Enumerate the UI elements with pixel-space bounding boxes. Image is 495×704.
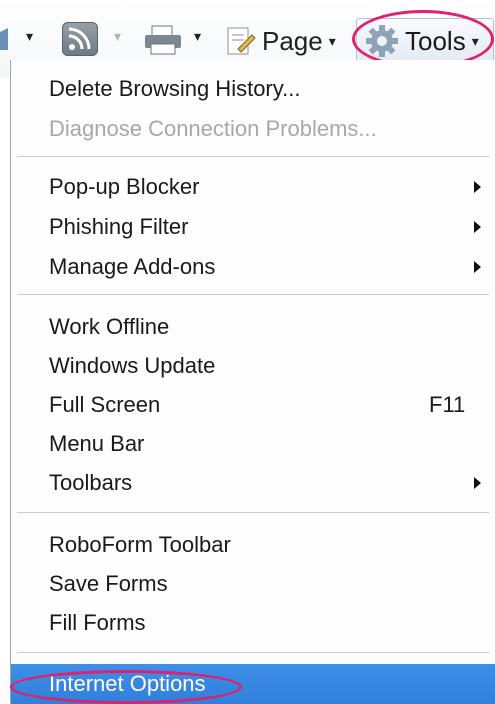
tools-dropdown-menu: Delete Browsing History... Diagnose Conn…	[10, 60, 495, 704]
submenu-arrow-icon	[474, 221, 481, 233]
menu-separator	[17, 652, 489, 654]
menu-item-label: Fill Forms	[49, 610, 146, 635]
menu-item-full-screen[interactable]: Full Screen F11	[11, 386, 495, 424]
menu-item-label: Phishing Filter	[49, 214, 189, 239]
menu-item-label: Toolbars	[49, 470, 133, 495]
menu-separator	[17, 512, 489, 514]
page-dropdown-caret: ▾	[328, 32, 336, 49]
page-menu-button[interactable]: Page ▾	[224, 24, 336, 58]
print-dropdown-caret[interactable]: ▾	[194, 28, 201, 45]
menu-item-work-offline[interactable]: Work Offline	[11, 308, 495, 346]
menu-item-fill-forms[interactable]: Fill Forms	[11, 604, 495, 642]
menu-item-popup-blocker[interactable]: Pop-up Blocker	[11, 168, 495, 206]
menu-item-label: Work Offline	[49, 314, 170, 339]
menu-item-label: Diagnose Connection Problems...	[49, 116, 377, 141]
menu-item-manage-add-ons[interactable]: Manage Add-ons	[11, 248, 495, 286]
menu-separator	[17, 156, 489, 158]
submenu-arrow-icon	[474, 477, 481, 489]
submenu-arrow-icon	[474, 181, 481, 193]
menu-item-diagnose-connection-problems: Diagnose Connection Problems...	[11, 110, 495, 148]
internet-options-annotation-circle	[10, 670, 242, 704]
home-dropdown-caret[interactable]: ▾	[26, 28, 33, 45]
menu-item-label: RoboForm Toolbar	[49, 532, 231, 557]
menu-item-phishing-filter[interactable]: Phishing Filter	[11, 208, 495, 246]
menu-item-save-forms[interactable]: Save Forms	[11, 565, 495, 603]
menu-item-label: Pop-up Blocker	[49, 174, 200, 199]
menu-item-windows-update[interactable]: Windows Update	[11, 347, 495, 385]
menu-item-label: Delete Browsing History...	[49, 76, 301, 101]
home-icon[interactable]	[0, 26, 10, 52]
page-icon	[227, 27, 256, 55]
menu-item-label: Menu Bar	[49, 431, 145, 456]
menu-item-label: Save Forms	[49, 571, 168, 596]
menu-item-label: Manage Add-ons	[49, 254, 216, 279]
menu-item-shortcut: F11	[429, 392, 466, 417]
menu-item-menu-bar[interactable]: Menu Bar	[11, 425, 495, 463]
menu-item-delete-browsing-history[interactable]: Delete Browsing History...	[11, 70, 495, 108]
menu-item-toolbars[interactable]: Toolbars	[11, 464, 495, 502]
feeds-dropdown-caret[interactable]: ▾	[114, 28, 121, 45]
feeds-icon[interactable]	[62, 22, 98, 56]
menu-item-label: Windows Update	[49, 353, 216, 378]
menu-item-roboform-toolbar[interactable]: RoboForm Toolbar	[11, 526, 495, 564]
print-icon[interactable]	[142, 24, 186, 56]
menu-item-label: Full Screen	[49, 392, 161, 417]
page-menu-label: Page	[262, 25, 323, 56]
submenu-arrow-icon	[474, 261, 481, 273]
menu-separator	[17, 294, 489, 296]
